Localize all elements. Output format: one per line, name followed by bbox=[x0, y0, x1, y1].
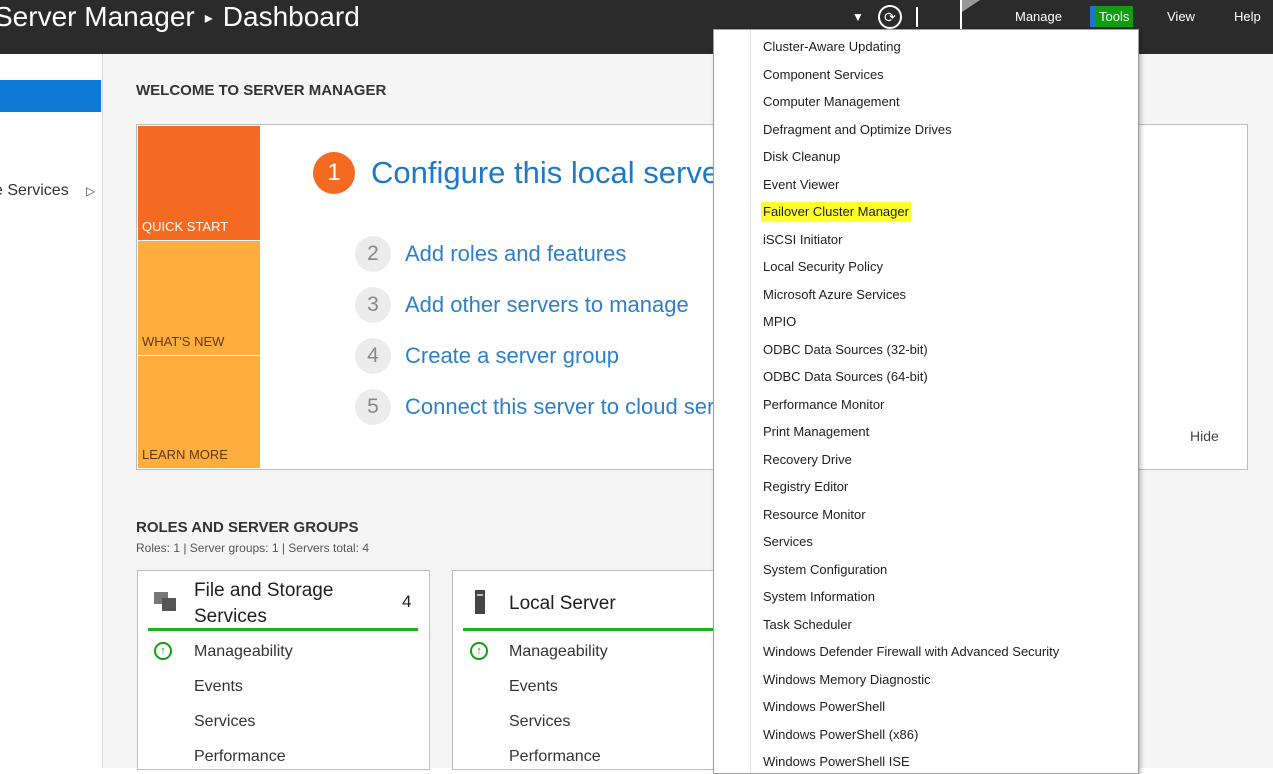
page-title: Server Manager ▸ Dashboard bbox=[0, 0, 360, 34]
step-connect-cloud[interactable]: 5 Connect this server to cloud ser bbox=[355, 389, 714, 425]
storage-icon bbox=[154, 592, 176, 611]
menu-item-local-security-policy[interactable]: Local Security Policy bbox=[761, 257, 885, 277]
menu-manage[interactable]: Manage bbox=[1010, 0, 1067, 32]
menu-item-services[interactable]: Services bbox=[761, 532, 815, 552]
step-link[interactable]: Create a server group bbox=[405, 343, 619, 369]
sidebar-item-services[interactable]: e Services bbox=[0, 182, 69, 200]
step-add-roles[interactable]: 2 Add roles and features bbox=[355, 236, 626, 272]
step-number: 3 bbox=[355, 287, 391, 323]
card-row-performance[interactable]: Performance bbox=[509, 748, 601, 766]
hide-link[interactable]: Hide bbox=[1190, 428, 1219, 444]
menu-item-failover-cluster-manager[interactable]: Failover Cluster Manager bbox=[761, 202, 911, 222]
card-row-events[interactable]: Events bbox=[509, 678, 558, 696]
menu-view[interactable]: View bbox=[1162, 0, 1200, 32]
menu-item-computer-management[interactable]: Computer Management bbox=[761, 92, 902, 112]
sidebar: e Services ▷ bbox=[0, 54, 103, 768]
breadcrumb-dashboard: Dashboard bbox=[222, 1, 360, 32]
menu-item-registry-editor[interactable]: Registry Editor bbox=[761, 477, 850, 497]
menu-item-task-scheduler[interactable]: Task Scheduler bbox=[761, 615, 854, 635]
menu-tools[interactable]: Tools bbox=[1090, 0, 1134, 32]
step-number: 1 bbox=[313, 152, 355, 194]
app-title: Server Manager bbox=[0, 1, 195, 32]
menu-item-iscsi-initiator[interactable]: iSCSI Initiator bbox=[761, 230, 844, 250]
step-number: 5 bbox=[355, 389, 391, 425]
header-divider bbox=[915, 7, 918, 27]
tile-quick-start[interactable]: QUICK START bbox=[138, 126, 260, 240]
menu-item-resource-monitor[interactable]: Resource Monitor bbox=[761, 505, 868, 525]
menu-item-print-management[interactable]: Print Management bbox=[761, 422, 871, 442]
refresh-icon[interactable]: ⟳ bbox=[877, 5, 902, 29]
step-configure-local-server[interactable]: 1 Configure this local server bbox=[313, 152, 729, 194]
flag-icon[interactable] bbox=[958, 0, 984, 30]
menu-gutter bbox=[750, 30, 751, 773]
step-link[interactable]: Connect this server to cloud ser bbox=[405, 394, 714, 420]
step-link[interactable]: Add other servers to manage bbox=[405, 292, 689, 318]
menu-item-mpio[interactable]: MPIO bbox=[761, 312, 798, 332]
roles-heading: ROLES AND SERVER GROUPS bbox=[136, 519, 359, 536]
caret-down-icon[interactable]: ▼ bbox=[852, 10, 864, 24]
menu-item-defragment[interactable]: Defragment and Optimize Drives bbox=[761, 120, 954, 140]
card-count: 4 bbox=[402, 592, 412, 611]
status-ok-icon: ↑ bbox=[470, 642, 488, 660]
menu-item-powershell[interactable]: Windows PowerShell bbox=[761, 697, 887, 717]
menu-item-memory-diagnostic[interactable]: Windows Memory Diagnostic bbox=[761, 670, 933, 690]
status-bar bbox=[463, 628, 733, 631]
card-title[interactable]: File and Storage Services bbox=[194, 578, 354, 630]
menu-help[interactable]: Help bbox=[1229, 0, 1266, 32]
step-number: 2 bbox=[355, 236, 391, 272]
menu-item-defender-firewall[interactable]: Windows Defender Firewall with Advanced … bbox=[761, 642, 1061, 662]
step-number: 4 bbox=[355, 338, 391, 374]
menu-item-powershell-ise[interactable]: Windows PowerShell ISE bbox=[761, 752, 912, 772]
menu-item-disk-cleanup[interactable]: Disk Cleanup bbox=[761, 147, 842, 167]
server-icon bbox=[475, 590, 485, 614]
tools-dropdown-menu: Cluster-Aware Updating Component Service… bbox=[713, 29, 1139, 774]
expand-arrow-icon[interactable]: ▷ bbox=[86, 184, 95, 198]
sidebar-item-dashboard[interactable] bbox=[0, 80, 101, 112]
tile-learn-more[interactable]: LEARN MORE bbox=[138, 356, 260, 468]
card-row-services[interactable]: Services bbox=[194, 713, 255, 731]
menu-item-azure-services[interactable]: Microsoft Azure Services bbox=[761, 285, 908, 305]
menu-item-odbc-64[interactable]: ODBC Data Sources (64-bit) bbox=[761, 367, 930, 387]
welcome-heading: WELCOME TO SERVER MANAGER bbox=[136, 82, 387, 99]
menu-item-system-configuration[interactable]: System Configuration bbox=[761, 560, 889, 580]
step-add-servers[interactable]: 3 Add other servers to manage bbox=[355, 287, 689, 323]
menu-item-powershell-x86[interactable]: Windows PowerShell (x86) bbox=[761, 725, 920, 745]
menu-item-odbc-32[interactable]: ODBC Data Sources (32-bit) bbox=[761, 340, 930, 360]
step-link[interactable]: Configure this local server bbox=[371, 155, 729, 191]
status-bar bbox=[148, 628, 418, 631]
card-row-events[interactable]: Events bbox=[194, 678, 243, 696]
menu-item-performance-monitor[interactable]: Performance Monitor bbox=[761, 395, 886, 415]
card-title[interactable]: Local Server bbox=[509, 591, 616, 617]
menu-item-component-services[interactable]: Component Services bbox=[761, 65, 886, 85]
breadcrumb-separator: ▸ bbox=[204, 9, 213, 27]
menu-item-system-information[interactable]: System Information bbox=[761, 587, 877, 607]
step-create-group[interactable]: 4 Create a server group bbox=[355, 338, 619, 374]
tile-whats-new[interactable]: WHAT'S NEW bbox=[138, 241, 260, 355]
menu-item-recovery-drive[interactable]: Recovery Drive bbox=[761, 450, 854, 470]
menu-item-event-viewer[interactable]: Event Viewer bbox=[761, 175, 841, 195]
roles-summary: Roles: 1 | Server groups: 1 | Servers to… bbox=[136, 541, 370, 555]
step-link[interactable]: Add roles and features bbox=[405, 241, 626, 267]
menu-item-cluster-aware-updating[interactable]: Cluster-Aware Updating bbox=[761, 37, 903, 57]
status-ok-icon: ↑ bbox=[154, 642, 172, 660]
card-row-services[interactable]: Services bbox=[509, 713, 570, 731]
card-row-manageability[interactable]: Manageability bbox=[509, 643, 608, 661]
card-row-manageability[interactable]: Manageability bbox=[194, 643, 293, 661]
card-row-performance[interactable]: Performance bbox=[194, 748, 286, 766]
